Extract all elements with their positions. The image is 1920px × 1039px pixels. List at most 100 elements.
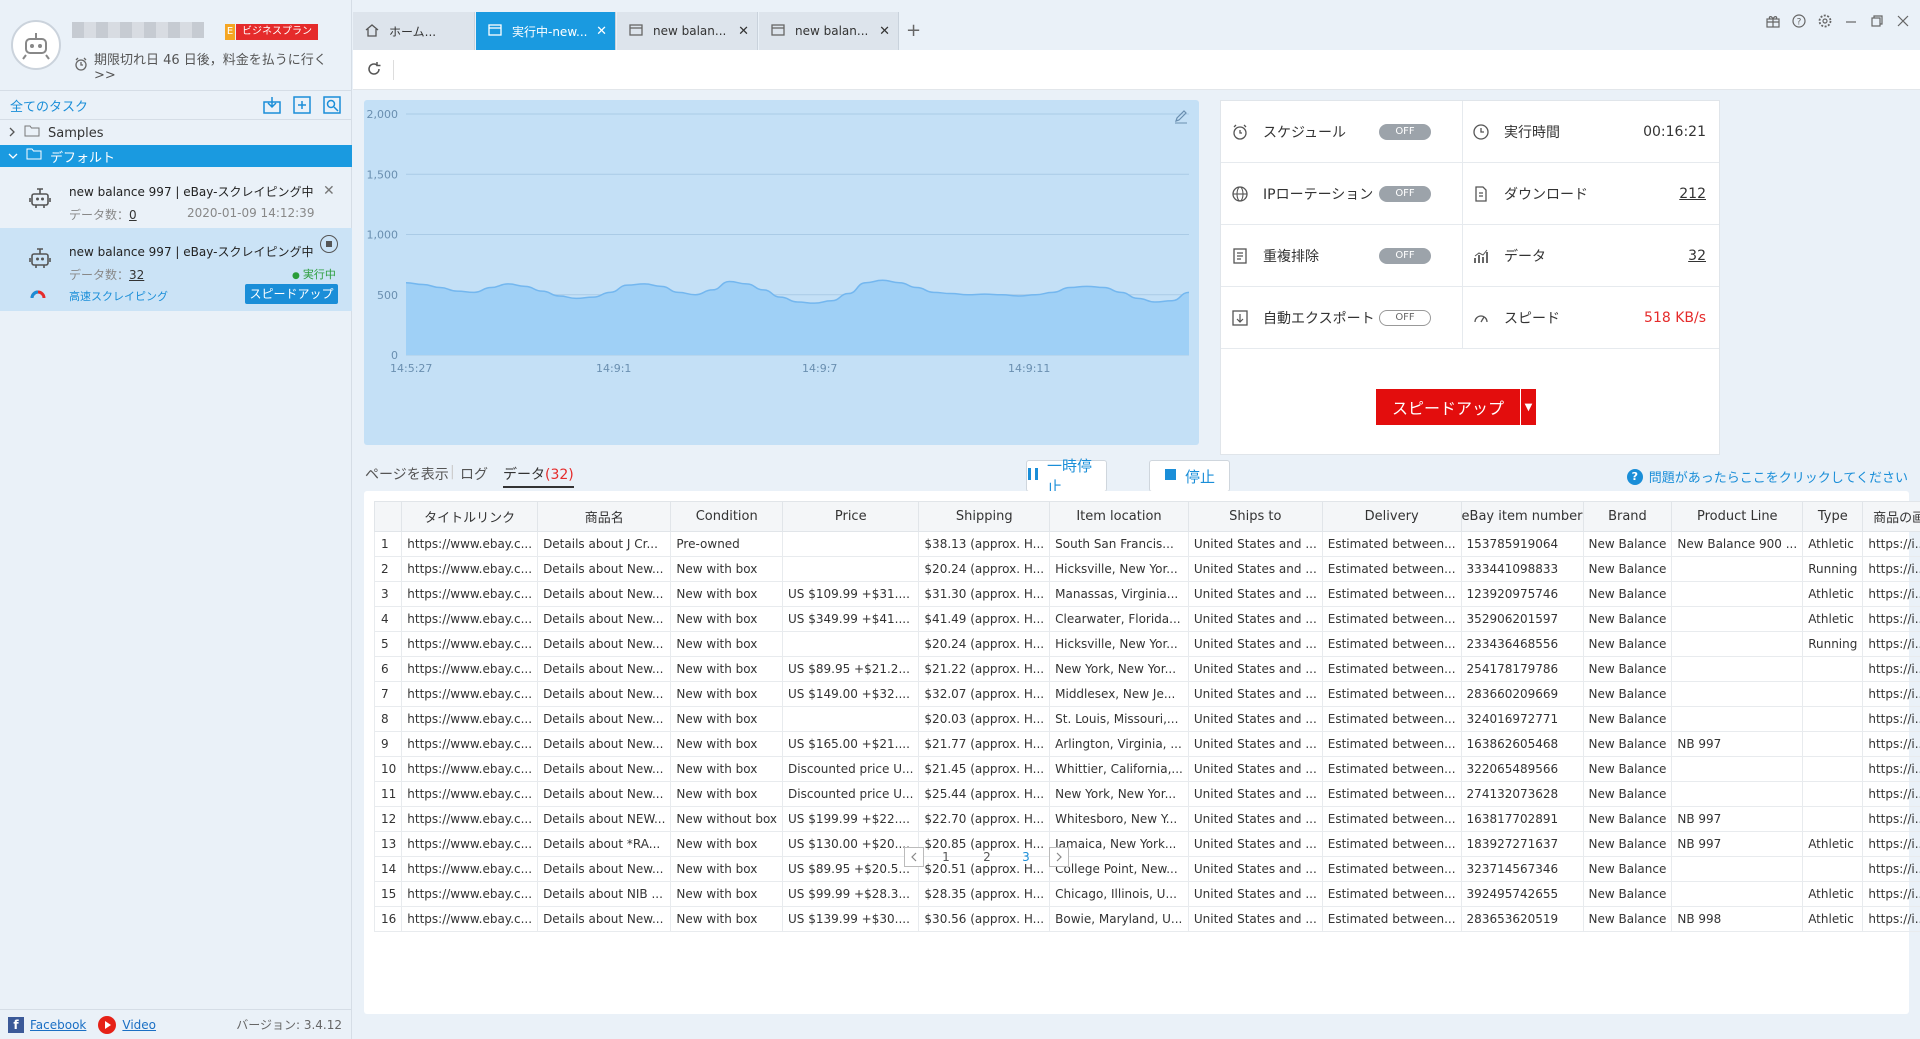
all-tasks-title[interactable]: 全てのタスク <box>10 96 262 115</box>
table-cell[interactable]: United States and ... <box>1187 706 1323 732</box>
table-cell[interactable]: New with box <box>670 556 784 582</box>
table-cell[interactable]: New Balance <box>1582 881 1673 907</box>
table-cell[interactable] <box>1671 631 1804 657</box>
table-row[interactable]: 16 https://www.ebay.c... Details about New… <box>373 906 1920 932</box>
table-cell[interactable]: New Balance <box>1582 806 1673 832</box>
page-2[interactable]: 2 <box>977 847 997 867</box>
table-cell[interactable]: New with box <box>670 756 784 782</box>
page-3[interactable]: 3 <box>1016 847 1036 867</box>
table-cell[interactable] <box>1802 731 1864 757</box>
table-cell[interactable]: $20.03 (approx. H... <box>918 706 1051 732</box>
table-cell[interactable] <box>1802 656 1864 682</box>
table-cell[interactable] <box>782 531 920 557</box>
table-cell[interactable]: 123920975746 <box>1460 581 1584 607</box>
prev-page-icon[interactable] <box>904 847 924 867</box>
table-cell[interactable]: https://www.ebay.c... <box>401 681 539 707</box>
table-cell[interactable]: New York, New Yor... <box>1049 656 1189 682</box>
table-cell[interactable]: New Balance <box>1582 581 1673 607</box>
table-cell[interactable]: United States and ... <box>1187 631 1323 657</box>
close-tab-icon[interactable]: ✕ <box>738 24 749 39</box>
table-cell[interactable]: Athletic <box>1802 581 1864 607</box>
table-cell[interactable]: $32.07 (approx. H... <box>918 681 1051 707</box>
table-cell[interactable]: https://i.... <box>1862 631 1920 657</box>
column-header[interactable]: Item location <box>1049 501 1189 532</box>
table-cell[interactable]: US $199.99 +$22.... <box>782 806 920 832</box>
table-row[interactable]: 10 https://www.ebay.c... Details about New… <box>373 756 1920 782</box>
table-cell[interactable]: US $99.99 +$28.3... <box>782 881 920 907</box>
column-header[interactable]: Type <box>1802 501 1864 532</box>
table-cell[interactable]: $20.24 (approx. H... <box>918 631 1051 657</box>
download-value[interactable]: 212 <box>1679 186 1706 202</box>
table-cell[interactable]: South San Francis... <box>1049 531 1189 557</box>
close-tab-icon[interactable]: ✕ <box>879 24 890 39</box>
table-cell[interactable]: United States and ... <box>1187 881 1323 907</box>
table-cell[interactable] <box>1671 706 1804 732</box>
table-cell[interactable]: Estimated between... <box>1321 631 1462 657</box>
table-cell[interactable]: US $109.99 +$31.... <box>782 581 920 607</box>
table-cell[interactable]: US $349.99 +$41.... <box>782 606 920 632</box>
table-row[interactable]: 2 https://www.ebay.c... Details about New.… <box>373 556 1920 582</box>
speedup-button[interactable]: スピードアップ ▼ <box>1376 389 1536 425</box>
table-cell[interactable]: https://www.ebay.c... <box>401 706 539 732</box>
table-cell[interactable] <box>1671 606 1804 632</box>
table-cell[interactable]: United States and ... <box>1187 756 1323 782</box>
table-cell[interactable]: Details about New... <box>537 581 672 607</box>
table-cell[interactable]: 322065489566 <box>1460 756 1584 782</box>
table-cell[interactable]: https://www.ebay.c... <box>401 581 539 607</box>
search-task-icon[interactable] <box>322 95 342 115</box>
table-cell[interactable]: New Balance <box>1582 606 1673 632</box>
table-cell[interactable]: Arlington, Virginia, ... <box>1049 731 1189 757</box>
table-cell[interactable]: Details about New... <box>537 631 672 657</box>
column-header[interactable]: eBay item number <box>1460 501 1584 532</box>
table-row[interactable]: 9 https://www.ebay.c... Details about New.… <box>373 731 1920 757</box>
table-cell[interactable]: Estimated between... <box>1321 756 1462 782</box>
table-row[interactable]: 12 https://www.ebay.c... Details about NEW… <box>373 806 1920 832</box>
table-cell[interactable]: Estimated between... <box>1321 706 1462 732</box>
table-cell[interactable]: New Balance <box>1582 906 1673 932</box>
help-link[interactable]: ? 問題があったらここをクリックしてください <box>1626 467 1908 486</box>
table-cell[interactable]: Details about New... <box>537 906 672 932</box>
column-header[interactable]: Ships to <box>1187 501 1323 532</box>
table-cell[interactable]: St. Louis, Missouri,... <box>1049 706 1189 732</box>
folder-samples[interactable]: Samples <box>0 122 352 144</box>
table-cell[interactable]: https://www.ebay.c... <box>401 881 539 907</box>
tab-data[interactable]: データ(32) <box>503 464 574 488</box>
column-header[interactable]: 商品の画 <box>1862 501 1920 532</box>
table-cell[interactable]: 10 <box>373 756 403 782</box>
table-cell[interactable]: 9 <box>373 731 403 757</box>
table-cell[interactable]: New with box <box>670 781 784 807</box>
task-speedup-button[interactable]: スピードアップ <box>245 284 338 304</box>
table-cell[interactable]: Estimated between... <box>1321 581 1462 607</box>
table-cell[interactable]: Details about New... <box>537 656 672 682</box>
table-cell[interactable]: Details about New... <box>537 556 672 582</box>
table-cell[interactable]: 6 <box>373 656 403 682</box>
table-cell[interactable]: New with box <box>670 906 784 932</box>
table-cell[interactable]: Hicksville, New Yor... <box>1049 631 1189 657</box>
table-cell[interactable]: Details about New... <box>537 781 672 807</box>
auto-export-toggle[interactable]: OFF <box>1379 310 1431 326</box>
table-row[interactable]: 7 https://www.ebay.c... Details about New.… <box>373 681 1920 707</box>
column-header[interactable]: Product Line <box>1671 501 1804 532</box>
table-cell[interactable]: https://www.ebay.c... <box>401 731 539 757</box>
table-cell[interactable]: https://i.... <box>1862 906 1920 932</box>
page-1[interactable]: 1 <box>936 847 956 867</box>
close-icon[interactable]: ✕ <box>323 183 335 199</box>
table-row[interactable]: 11 https://www.ebay.c... Details about New… <box>373 781 1920 807</box>
table-cell[interactable]: 274132073628 <box>1460 781 1584 807</box>
table-cell[interactable]: New with box <box>670 881 784 907</box>
table-cell[interactable]: United States and ... <box>1187 656 1323 682</box>
table-cell[interactable]: US $89.95 +$21.2... <box>782 656 920 682</box>
video-link[interactable]: Video <box>122 1018 156 1032</box>
table-cell[interactable]: United States and ... <box>1187 781 1323 807</box>
table-cell[interactable]: $28.35 (approx. H... <box>918 881 1051 907</box>
table-cell[interactable]: New with box <box>670 731 784 757</box>
table-cell[interactable] <box>1671 881 1804 907</box>
facebook-link[interactable]: Facebook <box>30 1018 86 1032</box>
table-cell[interactable]: New Balance <box>1582 631 1673 657</box>
column-header[interactable]: Brand <box>1582 501 1673 532</box>
table-cell[interactable]: Details about New... <box>537 706 672 732</box>
column-header[interactable] <box>373 501 403 532</box>
table-cell[interactable]: Whitesboro, New Y... <box>1049 806 1189 832</box>
table-row[interactable]: 6 https://www.ebay.c... Details about New.… <box>373 656 1920 682</box>
table-cell[interactable]: New York, New Yor... <box>1049 781 1189 807</box>
